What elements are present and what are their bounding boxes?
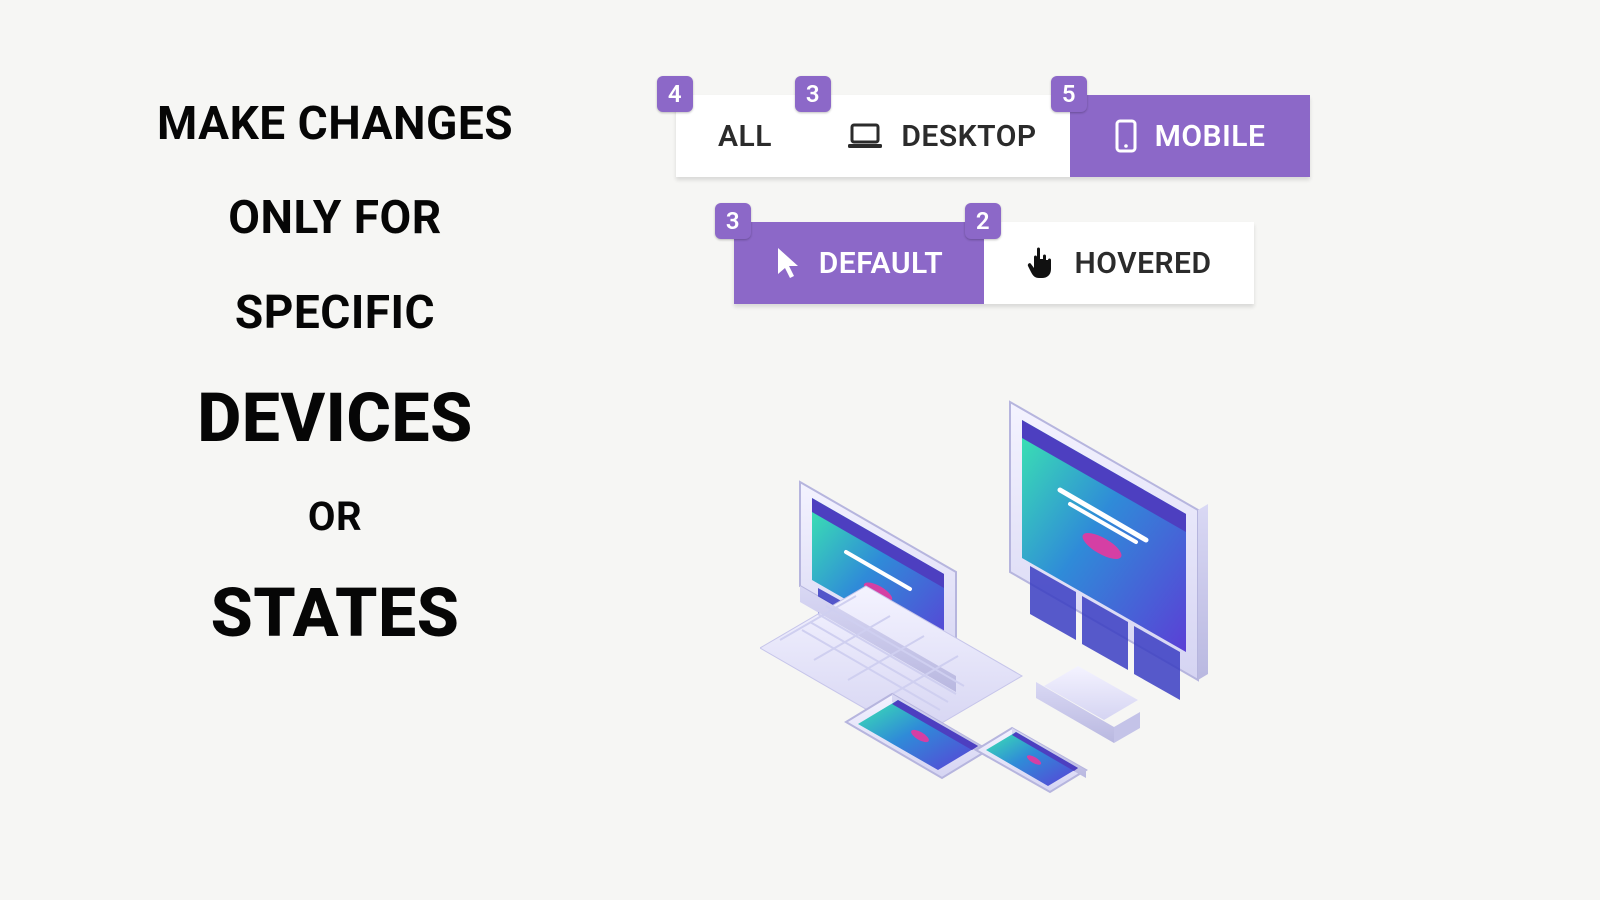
badge-desktop: 3 — [795, 76, 831, 112]
headline-line-2: ONLY FOR — [100, 194, 570, 242]
mobile-icon — [1115, 119, 1137, 153]
laptop-illustration-icon — [760, 482, 1022, 738]
tab-desktop-label: DESKTOP — [901, 119, 1036, 154]
headline-line-6: STATES — [100, 578, 570, 649]
devices-illustration — [760, 380, 1220, 800]
tab-hovered-label: HOVERED — [1074, 246, 1211, 281]
tab-all[interactable]: 4 ALL — [676, 95, 814, 177]
tab-mobile[interactable]: 5 MOBILE — [1070, 95, 1310, 177]
badge-mobile: 5 — [1051, 76, 1087, 112]
badge-all: 4 — [657, 76, 693, 112]
state-tabs: 3 DEFAULT 2 HOVERED — [734, 222, 1254, 304]
badge-hovered: 2 — [965, 203, 1001, 239]
tab-hovered[interactable]: 2 HOVERED — [984, 222, 1254, 304]
cursor-hand-icon — [1026, 245, 1056, 281]
headline-line-1: MAKE CHANGES — [100, 100, 570, 148]
headline-line-5: OR — [100, 496, 570, 538]
tab-default-label: DEFAULT — [819, 246, 943, 281]
tab-all-label: ALL — [718, 119, 772, 154]
monitor-icon — [1010, 402, 1208, 743]
headline-line-3: SPECIFIC — [100, 289, 570, 337]
tab-mobile-label: MOBILE — [1155, 119, 1266, 154]
headline: MAKE CHANGES ONLY FOR SPECIFIC DEVICES O… — [100, 100, 570, 650]
badge-default: 3 — [715, 203, 751, 239]
tab-desktop[interactable]: 3 DESKTOP — [814, 95, 1070, 177]
laptop-icon — [847, 122, 883, 150]
phone-illustration-icon — [976, 728, 1086, 792]
tab-default[interactable]: 3 DEFAULT — [734, 222, 984, 304]
tablet-illustration-icon — [846, 694, 988, 778]
headline-line-4: DEVICES — [100, 383, 570, 454]
cursor-arrow-icon — [775, 246, 801, 280]
device-tabs: 4 ALL 3 DESKTOP 5 MOBILE — [676, 95, 1310, 177]
